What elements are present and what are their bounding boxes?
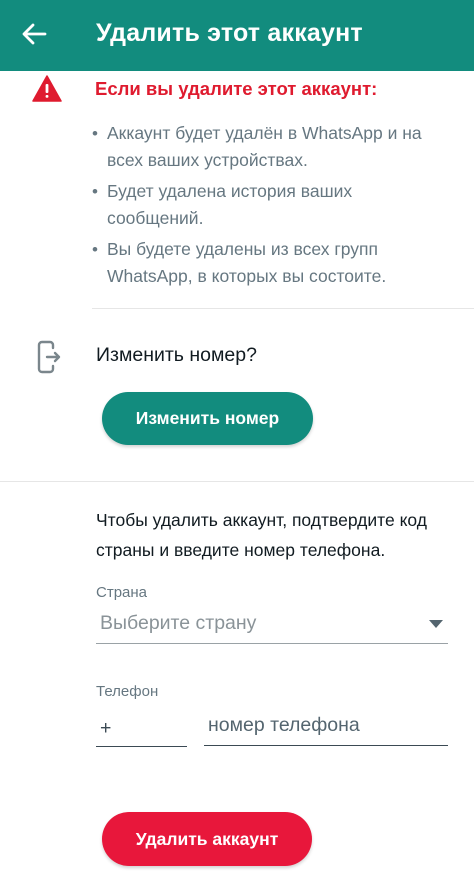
country-select[interactable]: Выберите страну xyxy=(96,605,448,644)
warning-triangle-icon xyxy=(32,75,62,102)
app-bar: Удалить этот аккаунт xyxy=(0,0,474,71)
plus-sign: + xyxy=(100,717,112,739)
back-button[interactable] xyxy=(14,14,54,54)
bullet-text: Аккаунт будет удалён в WhatsApp и на все… xyxy=(107,123,422,170)
dropdown-arrow-icon xyxy=(429,620,443,628)
delete-account-screen: Удалить этот аккаунт Если вы удалите это… xyxy=(0,0,474,896)
list-item: • Будет удалена история ваших сообщений. xyxy=(92,178,452,232)
bullet-text: Вы будете удалены из всех групп WhatsApp… xyxy=(107,239,387,286)
list-item: • Вы будете удалены из всех групп WhatsA… xyxy=(92,236,452,290)
country-label: Страна xyxy=(96,584,148,601)
bullet-mark: • xyxy=(92,182,98,201)
divider xyxy=(92,308,474,309)
country-placeholder: Выберите страну xyxy=(100,612,257,634)
consequences-list: • Аккаунт будет удалён в WhatsApp и на в… xyxy=(92,120,452,294)
bullet-mark: • xyxy=(92,240,98,259)
bullet-text: Будет удалена история ваших сообщений. xyxy=(107,181,353,228)
list-item: • Аккаунт будет удалён в WhatsApp и на в… xyxy=(92,120,452,174)
confirm-instructions: Чтобы удалить аккаунт, подтвердите код с… xyxy=(96,510,427,560)
bullet-mark: • xyxy=(92,124,98,143)
delete-account-button[interactable]: Удалить аккаунт xyxy=(102,812,312,866)
warning-title: Если вы удалите этот аккаунт: xyxy=(95,78,378,99)
divider xyxy=(0,481,474,482)
phone-label: Телефон xyxy=(96,683,159,700)
phone-number-input[interactable] xyxy=(204,712,448,746)
country-code-input[interactable] xyxy=(120,712,190,748)
change-number-button[interactable]: Изменить номер xyxy=(102,392,313,445)
phone-change-icon xyxy=(37,340,61,374)
page-title: Удалить этот аккаунт xyxy=(96,19,363,47)
country-code-field[interactable]: + xyxy=(96,712,190,748)
arrow-left-icon xyxy=(22,23,47,45)
change-number-question: Изменить номер? xyxy=(96,344,257,366)
